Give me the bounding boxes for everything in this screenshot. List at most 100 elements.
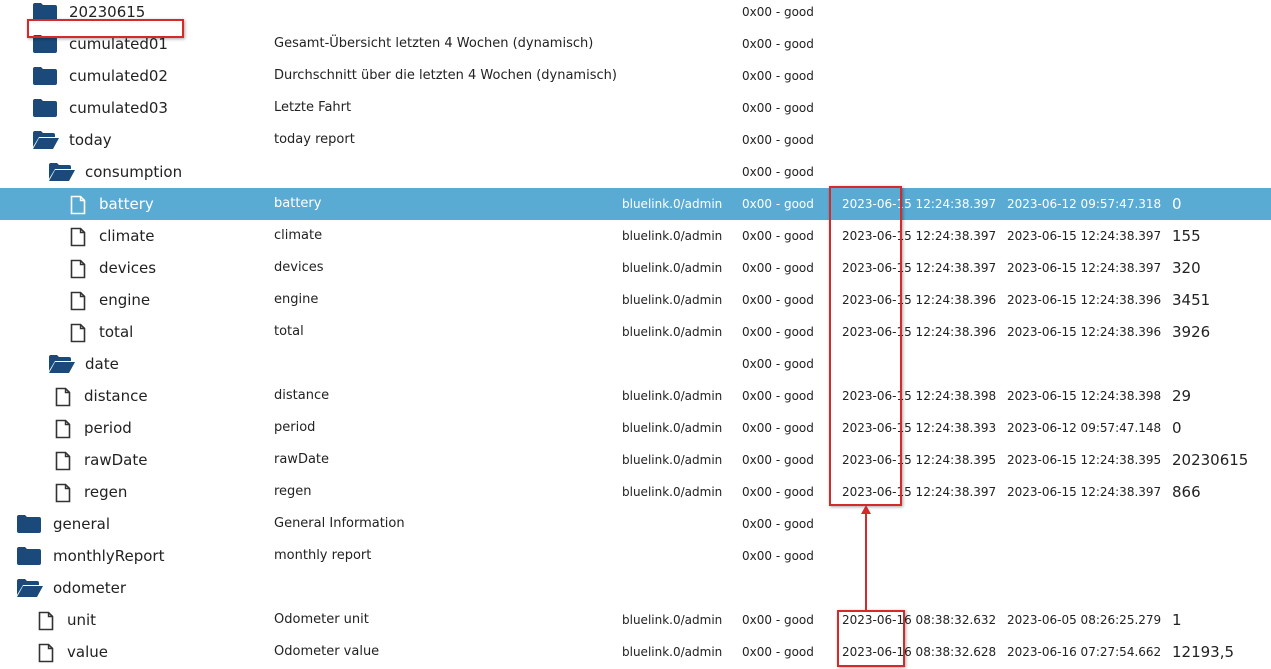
file-icon[interactable]	[55, 483, 71, 507]
cell-desc: period	[274, 420, 316, 435]
cell-lc: 2023-06-12 09:57:47.148	[1007, 421, 1162, 435]
cell-lc: 2023-06-12 09:57:47.318	[1007, 197, 1162, 211]
cell-status: 0x00 - good	[742, 357, 814, 371]
cell-name: climate	[99, 227, 155, 245]
cell-desc: Letzte Fahrt	[274, 100, 352, 115]
cell-user: bluelink.0/admin	[622, 197, 723, 211]
annotation-arrow	[865, 510, 867, 610]
cell-value: 320	[1172, 259, 1201, 277]
cell-name: odometer	[53, 579, 126, 597]
cell-status: 0x00 - good	[742, 453, 814, 467]
file-icon[interactable]	[55, 419, 71, 443]
folder-icon[interactable]	[33, 99, 57, 121]
file-icon[interactable]	[38, 643, 54, 667]
cell-user: bluelink.0/admin	[622, 613, 723, 627]
cell-desc: Gesamt-Übersicht letzten 4 Wochen (dynam…	[274, 36, 594, 51]
tree-row-period[interactable]: period period bluelink.0/admin 0x00 - good 2…	[0, 412, 1271, 444]
cell-name: regen	[84, 483, 128, 501]
cell-name: cumulated02	[69, 67, 168, 85]
tree-row-climate[interactable]: climate climate bluelink.0/admin 0x00 - goo…	[0, 220, 1271, 252]
cell-desc: monthly report	[274, 548, 372, 563]
cell-lc: 2023-06-05 08:26:25.279	[1007, 613, 1162, 627]
cell-ts: 2023-06-15 12:24:38.397	[842, 229, 997, 243]
cell-value: 155	[1172, 227, 1201, 245]
cell-name: monthlyReport	[53, 547, 165, 565]
cell-name: devices	[99, 259, 157, 277]
tree-row-unit[interactable]: unit Odometer unit bluelink.0/admin 0x00 - …	[0, 604, 1271, 636]
cell-desc: General Information	[274, 516, 405, 531]
folder-icon[interactable]	[33, 35, 57, 57]
cell-value: 29	[1172, 387, 1192, 405]
cell-status: 0x00 - good	[742, 389, 814, 403]
cell-desc: rawDate	[274, 452, 330, 467]
cell-desc: total	[274, 324, 304, 339]
tree-row-regen[interactable]: regen regen bluelink.0/admin 0x00 - good 202…	[0, 476, 1271, 508]
cell-status: 0x00 - good	[742, 229, 814, 243]
cell-value: 0	[1172, 195, 1182, 213]
cell-status: 0x00 - good	[742, 293, 814, 307]
tree-row-rawDate[interactable]: rawDate rawDate bluelink.0/admin 0x00 - goo…	[0, 444, 1271, 476]
cell-name: period	[84, 419, 132, 437]
cell-user: bluelink.0/admin	[622, 293, 723, 307]
tree-row-20230615[interactable]: 20230615 0x00 - good	[0, 0, 1271, 28]
folder-open-icon[interactable]	[49, 355, 75, 377]
folder-icon[interactable]	[17, 547, 41, 569]
cell-desc: climate	[274, 228, 323, 243]
file-icon[interactable]	[55, 451, 71, 475]
cell-user: bluelink.0/admin	[622, 389, 723, 403]
tree-row-monthlyReport[interactable]: monthlyReport monthly report 0x00 - good	[0, 540, 1271, 572]
file-icon[interactable]	[70, 227, 86, 251]
file-icon[interactable]	[38, 611, 54, 635]
cell-value: 1	[1172, 611, 1182, 629]
cell-name: date	[85, 355, 119, 373]
cell-ts: 2023-06-15 12:24:38.397	[842, 261, 997, 275]
cell-name: cumulated01	[69, 35, 168, 53]
tree-row-cumulated02[interactable]: cumulated02 Durchschnitt über die letzten…	[0, 60, 1271, 92]
folder-open-icon[interactable]	[17, 579, 43, 601]
cell-name: battery	[99, 195, 154, 213]
tree-row-battery[interactable]: battery battery bluelink.0/admin 0x00 - goo…	[0, 188, 1271, 220]
file-icon[interactable]	[70, 195, 86, 219]
cell-user: bluelink.0/admin	[622, 229, 723, 243]
cell-status: 0x00 - good	[742, 325, 814, 339]
file-icon[interactable]	[70, 259, 86, 283]
tree-row-distance[interactable]: distance distance bluelink.0/admin 0x00 - g…	[0, 380, 1271, 412]
cell-name: unit	[67, 611, 97, 629]
tree-row-general[interactable]: general General Information 0x00 - good	[0, 508, 1271, 540]
cell-desc: today report	[274, 132, 355, 147]
tree-row-total[interactable]: total total bluelink.0/admin 0x00 - good 202…	[0, 316, 1271, 348]
folder-open-icon[interactable]	[49, 163, 75, 185]
cell-ts: 2023-06-15 12:24:38.397	[842, 197, 997, 211]
tree-row-cumulated01[interactable]: cumulated01 Gesamt-Übersicht letzten 4 Wo…	[0, 28, 1271, 60]
cell-user: bluelink.0/admin	[622, 325, 723, 339]
tree-row-cumulated03[interactable]: cumulated03 Letzte Fahrt 0x00 - good	[0, 92, 1271, 124]
tree-row-odometer[interactable]: odometer	[0, 572, 1271, 604]
cell-status: 0x00 - good	[742, 261, 814, 275]
tree-row-date[interactable]: date 0x00 - good	[0, 348, 1271, 380]
folder-icon[interactable]	[33, 3, 57, 25]
tree-row-consumption[interactable]: consumption 0x00 - good	[0, 156, 1271, 188]
file-icon[interactable]	[55, 387, 71, 411]
cell-status: 0x00 - good	[742, 485, 814, 499]
cell-desc: Durchschnitt über die letzten 4 Wochen (…	[274, 68, 617, 83]
file-icon[interactable]	[70, 291, 86, 315]
tree-row-devices[interactable]: devices devices bluelink.0/admin 0x00 - goo…	[0, 252, 1271, 284]
cell-name: cumulated03	[69, 99, 168, 117]
cell-desc: distance	[274, 388, 330, 403]
cell-name: general	[53, 515, 111, 533]
cell-lc: 2023-06-15 12:24:38.398	[1007, 389, 1162, 403]
cell-name: engine	[99, 291, 151, 309]
cell-name: rawDate	[84, 451, 148, 469]
tree-row-value[interactable]: value Odometer value bluelink.0/admin 0x00 …	[0, 636, 1271, 668]
cell-user: bluelink.0/admin	[622, 453, 723, 467]
cell-lc: 2023-06-16 07:27:54.662	[1007, 645, 1162, 659]
tree-row-engine[interactable]: engine engine bluelink.0/admin 0x00 - good 2…	[0, 284, 1271, 316]
cell-status: 0x00 - good	[742, 645, 814, 659]
cell-ts: 2023-06-15 12:24:38.396	[842, 293, 997, 307]
folder-icon[interactable]	[33, 67, 57, 89]
cell-status: 0x00 - good	[742, 133, 814, 147]
tree-row-today[interactable]: today today report 0x00 - good	[0, 124, 1271, 156]
folder-icon[interactable]	[17, 515, 41, 537]
file-icon[interactable]	[70, 323, 86, 347]
folder-open-icon[interactable]	[33, 131, 59, 153]
